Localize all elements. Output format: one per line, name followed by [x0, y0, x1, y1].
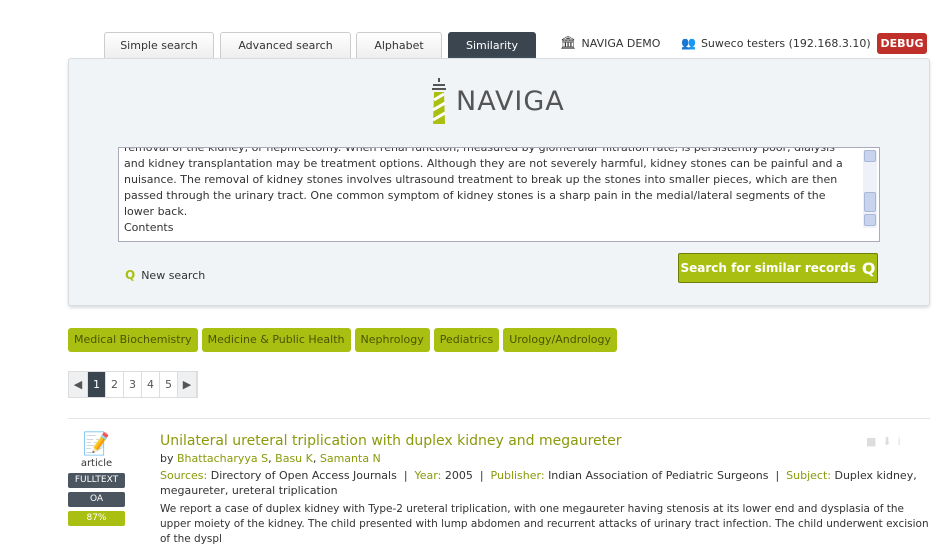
textarea-scrollbar[interactable]	[863, 150, 877, 228]
next-page-icon[interactable]: ▶	[178, 372, 197, 397]
result-details: Sources: Directory of Open Access Journa…	[160, 469, 917, 497]
year-value: 2005	[444, 469, 473, 482]
tag[interactable]: Urology/Andrology	[503, 328, 618, 352]
result-authors: by Bhattacharyya S, Basu K, Samanta N	[160, 452, 381, 465]
lighthouse-icon	[432, 78, 446, 124]
page-5[interactable]: 5	[160, 372, 178, 397]
author-link[interactable]: Bhattacharyya S	[177, 452, 268, 465]
institution-name: NAVIGA DEMO	[581, 37, 661, 50]
naviga-logo: NAVIGA	[428, 76, 565, 126]
prev-page-icon[interactable]: ◀	[69, 372, 88, 397]
subject-tags: Medical Biochemistry Medicine & Public H…	[68, 328, 618, 352]
institution-link[interactable]: 🏛 NAVIGA DEMO	[560, 36, 660, 51]
user-link[interactable]: 👥 Suweco testers (192.168.3.10)	[681, 36, 871, 50]
article-icon: 📝	[82, 432, 111, 457]
page-3[interactable]: 3	[124, 372, 142, 397]
tag[interactable]: Medical Biochemistry	[68, 328, 198, 352]
result-item: Unilateral ureteral triplication with du…	[160, 433, 930, 547]
institution-icon: 🏛	[560, 36, 577, 51]
query-textarea[interactable]: removal of the kidney, or nephrectomy. W…	[118, 147, 880, 242]
page-1[interactable]: 1	[88, 372, 106, 397]
search-similar-label: Search for similar records	[680, 261, 856, 275]
tag[interactable]: Nephrology	[354, 328, 430, 352]
result-abstract: We report a case of duplex kidney with T…	[160, 503, 929, 545]
tab-alphabet[interactable]: Alphabet	[356, 32, 442, 58]
tab-advanced-search[interactable]: Advanced search	[220, 32, 351, 58]
new-search-label: New search	[141, 268, 206, 282]
fulltext-badge[interactable]: FULLTEXT	[68, 473, 125, 488]
pagination: ◀ 1 2 3 4 5 ▶	[68, 371, 198, 398]
oa-badge: OA	[68, 492, 125, 507]
result-meta: 📝 article FULLTEXT OA 87%	[68, 432, 125, 526]
result-title[interactable]: Unilateral ureteral triplication with du…	[160, 433, 930, 449]
tab-simple-search[interactable]: Simple search	[104, 32, 214, 58]
users-icon: 👥	[681, 36, 696, 50]
search-icon: Q	[861, 258, 876, 278]
download-icon[interactable]: ⬇	[882, 435, 891, 448]
sources-label: Sources:	[160, 469, 208, 482]
year-label: Year:	[414, 469, 442, 482]
page-2[interactable]: 2	[106, 372, 124, 397]
author-link[interactable]: Basu K	[275, 452, 313, 465]
subject-label: Subject:	[786, 469, 831, 482]
relevance-badge: 87%	[68, 511, 125, 526]
publisher-value: Indian Association of Pediatric Surgeons	[548, 469, 769, 482]
tag[interactable]: Pediatrics	[433, 328, 500, 352]
search-similar-button[interactable]: Search for similar records Q	[678, 253, 878, 283]
result-type: article	[80, 458, 113, 469]
sources-value: Directory of Open Access Journals	[210, 469, 397, 482]
new-search-link[interactable]: Q New search	[125, 268, 205, 282]
by-label: by	[160, 452, 174, 465]
result-actions: ■ ⬇ i	[866, 435, 901, 448]
author-link[interactable]: Samanta N	[320, 452, 381, 465]
publisher-label: Publisher:	[490, 469, 545, 482]
info-icon[interactable]: i	[898, 435, 901, 448]
page-4[interactable]: 4	[142, 372, 160, 397]
divider	[68, 418, 930, 419]
search-icon: Q	[125, 268, 136, 282]
copy-icon[interactable]: ■	[866, 435, 876, 448]
logo-text: NAVIGA	[456, 85, 565, 117]
tag[interactable]: Medicine & Public Health	[201, 328, 351, 352]
user-name: Suweco testers (192.168.3.10)	[700, 36, 871, 50]
debug-button[interactable]: DEBUG	[877, 33, 927, 54]
